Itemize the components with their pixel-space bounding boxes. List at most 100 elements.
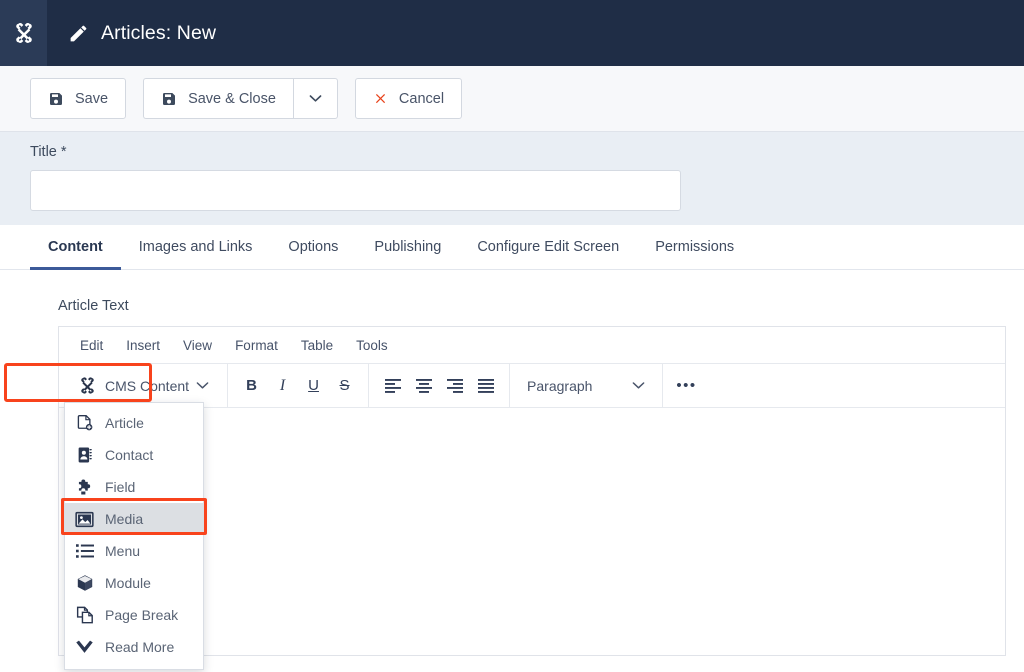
align-right-button[interactable]: [439, 370, 470, 401]
page-title: Articles: New: [101, 21, 217, 44]
bold-glyph: B: [246, 377, 257, 394]
contact-card-icon: [75, 446, 94, 465]
italic-glyph: I: [279, 376, 286, 394]
text-format-group: B I U S: [228, 364, 370, 407]
menu-insert[interactable]: Insert: [117, 334, 169, 357]
block-format-group: Paragraph: [510, 364, 664, 407]
chevron-down-icon: [196, 382, 209, 389]
title-input[interactable]: [30, 170, 681, 211]
joomla-logo-icon: [15, 22, 32, 44]
title-field-label: Title *: [30, 144, 67, 160]
tab-label: Configure Edit Screen: [477, 239, 620, 255]
cms-menu-label: Menu: [105, 543, 141, 559]
align-left-button[interactable]: [377, 370, 408, 401]
tab-images-and-links[interactable]: Images and Links: [121, 225, 271, 269]
cube-icon: [75, 574, 94, 593]
more-options-label: •••: [676, 377, 697, 394]
article-add-icon: [75, 414, 94, 433]
close-x-icon: [375, 93, 385, 104]
paragraph-format-value: Paragraph: [527, 377, 593, 394]
cms-menu-label: Read More: [105, 639, 175, 655]
menu-label: Edit: [80, 337, 104, 353]
cancel-button[interactable]: Cancel: [354, 78, 463, 119]
italic-button[interactable]: I: [267, 370, 298, 401]
menu-label: Format: [235, 337, 278, 353]
cms-menu-item-menu[interactable]: Menu: [65, 535, 203, 567]
bold-button[interactable]: B: [236, 370, 267, 401]
cms-menu-item-media[interactable]: Media: [65, 503, 203, 535]
cms-menu-label: Media: [105, 511, 144, 527]
more-options-button[interactable]: •••: [671, 370, 702, 401]
floppy-disk-icon: [163, 92, 176, 105]
tab-label: Content: [48, 239, 103, 255]
cms-content-dropdown-menu: Article Contact Field Media Menu Module …: [64, 402, 204, 670]
joomla-logo-icon: [81, 377, 94, 394]
joomla-article-editor-page: Articles: New Save Save & Close Cancel T…: [0, 0, 1024, 672]
cms-menu-label: Page Break: [105, 607, 179, 623]
editor-menubar: Edit Insert View Format Table Tools: [59, 327, 1005, 364]
pencil-icon: [70, 25, 87, 41]
tab-publishing[interactable]: Publishing: [356, 225, 459, 269]
cms-menu-item-module[interactable]: Module: [65, 567, 203, 599]
list-icon: [75, 542, 94, 561]
overflow-group: •••: [663, 364, 710, 407]
align-center-button[interactable]: [408, 370, 439, 401]
floppy-disk-icon: [50, 92, 62, 105]
underline-glyph: U: [308, 377, 319, 394]
strikethrough-glyph: S: [339, 377, 350, 394]
save-button-label: Save: [75, 90, 109, 107]
pages-icon: [75, 606, 94, 625]
title-field-block: Title *: [0, 132, 1024, 225]
article-text-label: Article Text: [58, 298, 129, 314]
align-justify-button[interactable]: [470, 370, 501, 401]
tab-label: Options: [288, 239, 339, 255]
tab-label: Permissions: [655, 239, 735, 255]
cms-menu-item-read-more[interactable]: Read More: [65, 631, 203, 663]
tab-options[interactable]: Options: [270, 225, 356, 269]
menu-tools[interactable]: Tools: [347, 334, 397, 357]
tab-permissions[interactable]: Permissions: [637, 225, 752, 269]
puzzle-piece-icon: [75, 478, 94, 497]
menu-label: Tools: [356, 337, 388, 353]
paragraph-format-select[interactable]: Paragraph: [518, 370, 654, 401]
save-and-close-button[interactable]: Save & Close: [143, 78, 293, 119]
menu-format[interactable]: Format: [226, 334, 287, 357]
cms-menu-item-page-break[interactable]: Page Break: [65, 599, 203, 631]
cms-content-button[interactable]: CMS Content: [70, 372, 216, 399]
chevron-down-icon: [309, 95, 322, 102]
save-close-button-group: Save & Close: [143, 78, 338, 119]
align-justify-icon: [477, 379, 494, 393]
brand-home-button[interactable]: [0, 0, 47, 66]
image-icon: [75, 510, 94, 529]
tab-configure-edit-screen[interactable]: Configure Edit Screen: [459, 225, 637, 269]
underline-button[interactable]: U: [298, 370, 329, 401]
tab-content[interactable]: Content: [30, 225, 121, 270]
menu-label: Insert: [126, 337, 161, 353]
menu-view[interactable]: View: [174, 334, 221, 357]
menu-table[interactable]: Table: [292, 334, 342, 357]
cms-menu-label: Article: [105, 415, 144, 431]
menu-label: Table: [300, 337, 334, 353]
cms-menu-label: Module: [105, 575, 151, 591]
cms-menu-item-contact[interactable]: Contact: [65, 439, 203, 471]
action-toolbar: Save Save & Close Cancel: [0, 66, 1024, 132]
cms-menu-label: Field: [105, 479, 136, 495]
save-options-dropdown-button[interactable]: [292, 78, 338, 119]
menu-edit[interactable]: Edit: [71, 334, 112, 357]
tab-label: Images and Links: [138, 239, 253, 255]
cms-menu-label: Contact: [105, 447, 154, 463]
top-header-bar: Articles: New: [0, 0, 1024, 66]
cms-menu-item-field[interactable]: Field: [65, 471, 203, 503]
strikethrough-button[interactable]: S: [329, 370, 360, 401]
align-left-icon: [384, 379, 401, 393]
cancel-button-label: Cancel: [398, 90, 445, 107]
menu-label: View: [183, 337, 213, 353]
cms-menu-item-article[interactable]: Article: [65, 407, 203, 439]
chevron-down-bold-icon: [75, 638, 94, 657]
align-right-icon: [446, 379, 463, 393]
save-and-close-label: Save & Close: [188, 90, 276, 107]
save-button[interactable]: Save: [30, 78, 127, 119]
cms-content-label: CMS Content: [105, 377, 190, 394]
alignment-group: [369, 364, 511, 407]
tab-label: Publishing: [374, 239, 442, 255]
